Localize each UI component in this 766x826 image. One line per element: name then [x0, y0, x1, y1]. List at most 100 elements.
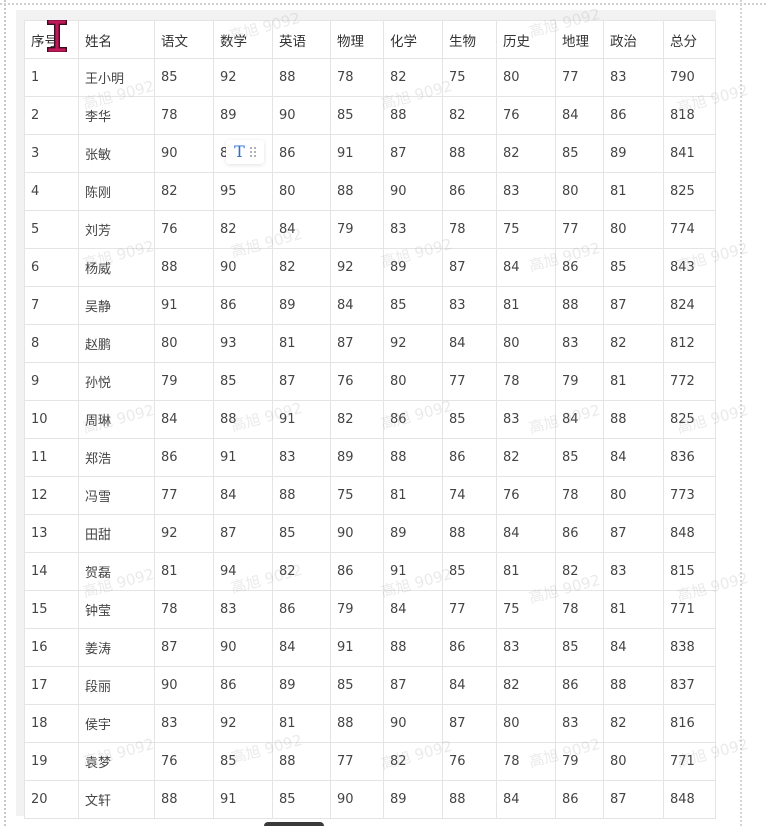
table-cell[interactable]: 12 [24, 476, 79, 515]
table-cell[interactable]: 王小明 [78, 58, 155, 97]
table-cell[interactable]: 76 [496, 96, 556, 135]
table-cell[interactable]: 772 [663, 362, 716, 401]
table-cell[interactable]: 87 [213, 514, 273, 553]
table-cell[interactable]: 89 [272, 666, 331, 705]
table-cell[interactable]: 83 [603, 552, 664, 591]
table-cell[interactable]: 84 [603, 438, 664, 477]
table-cell[interactable]: 92 [383, 324, 443, 363]
table-cell[interactable]: 9 [24, 362, 79, 401]
table-cell[interactable]: 77 [330, 742, 384, 781]
table-cell[interactable]: 815 [663, 552, 716, 591]
drag-handle-icon[interactable] [249, 147, 256, 157]
table-cell[interactable]: 837 [663, 666, 716, 705]
table-cell[interactable]: 83 [213, 590, 273, 629]
table-cell[interactable]: 88 [330, 704, 384, 743]
table-cell[interactable]: 83 [555, 324, 604, 363]
table-row[interactable]: 10 周琳 84 88 91 82 86 85 83 84 88 825 [24, 400, 716, 439]
table-cell[interactable]: 90 [383, 704, 443, 743]
table-cell[interactable]: 张敏 [78, 134, 155, 173]
table-cell[interactable]: 87 [442, 704, 497, 743]
table-cell[interactable]: 18 [24, 704, 79, 743]
table-cell[interactable]: 75 [496, 590, 556, 629]
table-cell[interactable]: 93 [213, 324, 273, 363]
table-cell[interactable]: 825 [663, 172, 716, 211]
table-cell[interactable]: 88 [272, 742, 331, 781]
table-cell[interactable]: 92 [154, 514, 214, 553]
table-cell[interactable]: 7 [24, 286, 79, 325]
table-cell[interactable]: 郑浩 [78, 438, 155, 477]
table-cell[interactable]: 78 [442, 210, 497, 249]
table-cell[interactable]: 836 [663, 438, 716, 477]
table-cell[interactable]: 86 [213, 666, 273, 705]
table-cell[interactable]: 84 [496, 780, 556, 819]
table-cell[interactable]: 90 [213, 628, 273, 667]
table-cell[interactable]: 80 [154, 324, 214, 363]
table-cell[interactable]: 82 [603, 704, 664, 743]
table-cell[interactable]: 80 [383, 362, 443, 401]
grade-table[interactable]: 序号 姓名 语文 数学 英语 物理 化学 生物 历史 地理 政治 总分 1 王小明 85 92 88 78 82 7… [24, 20, 716, 819]
table-cell[interactable]: 824 [663, 286, 716, 325]
table-cell[interactable]: 89 [383, 248, 443, 287]
table-cell[interactable]: 76 [154, 210, 214, 249]
table-cell[interactable]: 92 [330, 248, 384, 287]
table-cell[interactable]: 90 [330, 514, 384, 553]
table-cell[interactable]: 80 [496, 58, 556, 97]
column-header[interactable]: 化学 [383, 20, 443, 59]
table-cell[interactable]: 79 [330, 590, 384, 629]
table-cell[interactable]: 86 [555, 514, 604, 553]
table-cell[interactable]: 85 [555, 438, 604, 477]
table-cell[interactable]: 80 [603, 742, 664, 781]
table-cell[interactable]: 75 [496, 210, 556, 249]
table-cell[interactable]: 81 [272, 704, 331, 743]
table-cell[interactable]: 77 [442, 590, 497, 629]
table-cell[interactable]: 86 [555, 666, 604, 705]
table-cell[interactable]: 87 [603, 514, 664, 553]
table-cell[interactable]: 825 [663, 400, 716, 439]
table-cell[interactable]: 88 [272, 58, 331, 97]
table-cell[interactable]: 86 [603, 96, 664, 135]
table-row[interactable]: 11 郑浩 86 91 83 89 88 86 82 85 84 836 [24, 438, 716, 477]
table-cell[interactable]: 87 [603, 286, 664, 325]
table-row[interactable]: 7 吴静 91 86 89 84 85 83 81 88 87 824 [24, 286, 716, 325]
table-cell[interactable]: 87 [603, 780, 664, 819]
table-cell[interactable]: 刘芳 [78, 210, 155, 249]
table-cell[interactable]: 74 [442, 476, 497, 515]
table-cell[interactable]: 14 [24, 552, 79, 591]
table-cell[interactable]: 83 [603, 58, 664, 97]
table-cell[interactable]: 79 [154, 362, 214, 401]
table-cell[interactable]: 89 [330, 438, 384, 477]
table-cell[interactable]: 88 [442, 134, 497, 173]
table-cell[interactable]: 83 [154, 704, 214, 743]
table-cell[interactable]: 82 [496, 438, 556, 477]
table-cell[interactable]: 贺磊 [78, 552, 155, 591]
table-cell[interactable]: 84 [555, 96, 604, 135]
table-cell[interactable]: 86 [442, 172, 497, 211]
table-cell[interactable]: 82 [555, 552, 604, 591]
table-cell[interactable]: 82 [154, 172, 214, 211]
table-cell[interactable]: 84 [383, 590, 443, 629]
table-cell[interactable]: 85 [330, 96, 384, 135]
table-cell[interactable]: 86 [272, 134, 331, 173]
table-cell[interactable]: 88 [154, 780, 214, 819]
table-cell[interactable]: 2 [24, 96, 79, 135]
floating-text-toolbar[interactable]: T [226, 140, 264, 164]
column-header[interactable]: 政治 [603, 20, 664, 59]
table-cell[interactable]: 86 [213, 286, 273, 325]
table-row[interactable]: 2 李华 78 89 90 85 88 82 76 84 86 818 [24, 96, 716, 135]
table-cell[interactable]: 文轩 [78, 780, 155, 819]
table-cell[interactable]: 段丽 [78, 666, 155, 705]
table-cell[interactable]: 82 [330, 400, 384, 439]
table-cell[interactable]: 87 [330, 324, 384, 363]
table-cell[interactable]: 77 [555, 210, 604, 249]
column-header[interactable]: 语文 [154, 20, 214, 59]
table-cell[interactable]: 侯宇 [78, 704, 155, 743]
table-cell[interactable]: 91 [383, 552, 443, 591]
table-cell[interactable]: 8 [24, 324, 79, 363]
table-cell[interactable]: 78 [496, 742, 556, 781]
table-cell[interactable]: 82 [603, 324, 664, 363]
table-cell[interactable]: 80 [555, 172, 604, 211]
table-cell[interactable]: 88 [603, 666, 664, 705]
column-header[interactable]: 生物 [442, 20, 497, 59]
table-cell[interactable]: 86 [442, 438, 497, 477]
table-cell[interactable]: 91 [154, 286, 214, 325]
